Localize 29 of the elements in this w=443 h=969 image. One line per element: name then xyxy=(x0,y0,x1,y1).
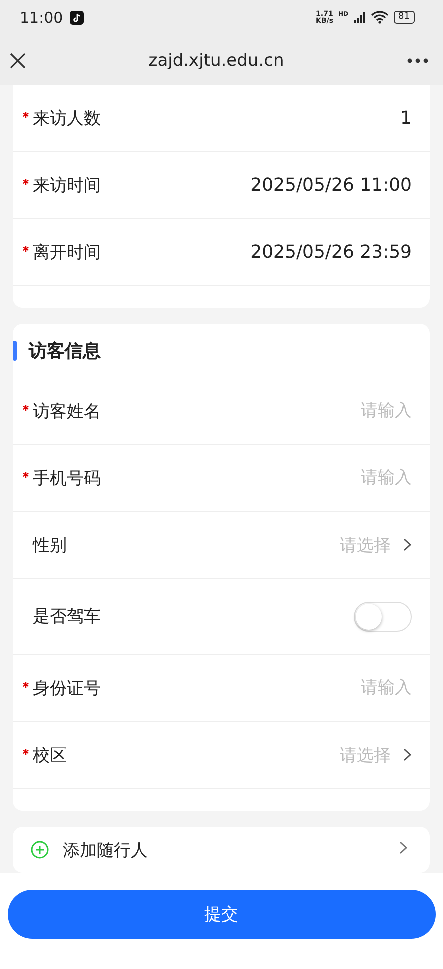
clock-time: 11:00 xyxy=(20,8,64,27)
chevron-icon xyxy=(403,538,412,552)
chevron-icon xyxy=(403,748,412,762)
field-label: 校区 xyxy=(33,744,67,767)
add-companion-row[interactable]: 添加随行人 xyxy=(13,827,430,874)
toggle-switch[interactable] xyxy=(354,602,412,632)
field-label: 手机号码 xyxy=(33,468,101,490)
field-label: 身份证号 xyxy=(33,678,101,700)
battery-level: 81 xyxy=(394,11,415,24)
app-notification-icon xyxy=(70,10,84,25)
section-title: 访客信息 xyxy=(29,340,101,364)
add-icon xyxy=(31,841,49,860)
field-label: 来访时间 xyxy=(33,174,101,197)
field-value[interactable]: 2025/05/26 11:00 xyxy=(250,174,412,196)
wifi-icon xyxy=(370,11,389,24)
field-label: 性别 xyxy=(33,534,67,557)
field-value[interactable]: 2025/05/26 23:59 xyxy=(250,242,412,263)
field-label: 离开时间 xyxy=(33,242,101,264)
section-marker xyxy=(13,341,17,362)
more-icon[interactable] xyxy=(407,58,429,64)
page-url: zajd.xjtu.edu.cn xyxy=(148,50,284,71)
field-label: 来访人数 xyxy=(33,108,101,130)
close-icon[interactable] xyxy=(10,52,26,69)
chevron-icon xyxy=(399,841,408,856)
submit-button[interactable]: 提交 xyxy=(8,890,436,939)
signal-icon xyxy=(354,12,366,24)
field-label: 是否驾车 xyxy=(33,606,101,628)
field-label: 访客姓名 xyxy=(33,400,101,423)
field-value[interactable]: 1 xyxy=(400,108,412,129)
